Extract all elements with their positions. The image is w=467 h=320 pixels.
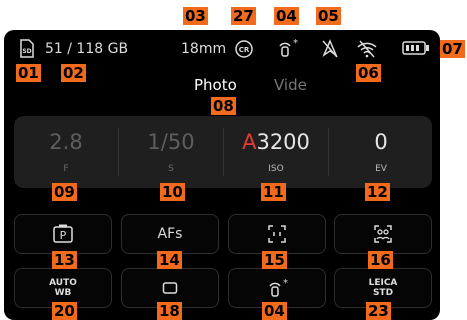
callout-label: 11 [261,183,286,201]
face-detection-icon [374,225,392,243]
callout-label: 04 [262,302,287,320]
focus-mode-button[interactable]: AFs [121,214,219,254]
callout-label: 02 [61,64,86,82]
exposure-panel: 2.8 F 1/50 S A3200 ISO 0 EV [14,116,432,188]
wb-line2: WB [54,288,72,298]
callout-label: 23 [366,302,391,320]
format-rect-icon [162,282,178,294]
iso-label: ISO [268,164,284,174]
svg-text:*: * [293,38,298,49]
leica-line1: LEICA [368,278,398,288]
svg-text:*: * [283,278,288,289]
focal-length: 18mm [181,41,227,57]
tab-video[interactable]: Vide [274,76,307,94]
iso-value: 3200 [256,130,310,154]
program-mode-icon: P [53,224,73,243]
ev-label: EV [375,164,387,174]
iso-auto-indicator: A [242,130,257,154]
callout-label: 12 [365,183,390,201]
callout-label: 05 [316,7,341,25]
metering-icon [268,225,286,243]
crop-mode-icon: CR [234,39,254,63]
aperture-setting[interactable]: 2.8 F [14,116,118,188]
shutter-value: 1/50 [147,130,195,154]
callout-label: 13 [52,251,77,269]
leica-line2: STD [372,288,394,298]
callout-label: 07 [440,40,465,58]
svg-text:SD: SD [22,48,31,55]
callout-label: 20 [52,302,77,320]
shutter-setting[interactable]: 1/50 S [119,116,223,188]
aperture-value: 2.8 [49,130,83,154]
callout-label: 10 [160,183,185,201]
program-mode-label: P [60,229,67,242]
focus-mode-label: AFs [157,226,183,242]
wifi-off-icon [356,39,378,63]
iso-setting[interactable]: A3200 ISO [224,116,328,188]
exposure-mode-button[interactable]: P [14,214,112,254]
callout-label: 27 [231,7,256,25]
ev-setting[interactable]: 0 EV [329,116,433,188]
shutter-label: S [168,164,174,174]
ev-value: 0 [374,130,388,154]
face-detection-button[interactable] [334,214,432,254]
gps-off-icon [321,39,339,63]
callout-label: 01 [16,64,41,82]
sd-card-icon: SD [18,39,35,63]
callout-label: 16 [368,251,393,269]
callout-label: 08 [211,97,236,115]
callout-label: 09 [52,183,77,201]
callout-label: 14 [157,251,182,269]
callout-label: 18 [157,302,182,320]
callout-label: 04 [274,7,299,25]
battery-icon [402,40,430,60]
tab-photo[interactable]: Photo [194,76,237,94]
hand-shake-icon: * [269,278,288,297]
storage-status: 51 / 118 GB [45,41,129,57]
metering-button[interactable] [228,214,326,254]
svg-text:CR: CR [239,46,250,54]
callout-label: 15 [262,251,287,269]
aperture-label: F [63,164,69,174]
hand-shake-icon: * [275,37,299,63]
callout-label: 06 [356,64,381,82]
wb-line1: AUTO [49,278,77,288]
callout-label: 03 [183,7,208,25]
iso-value-wrap: A3200 [224,130,328,154]
